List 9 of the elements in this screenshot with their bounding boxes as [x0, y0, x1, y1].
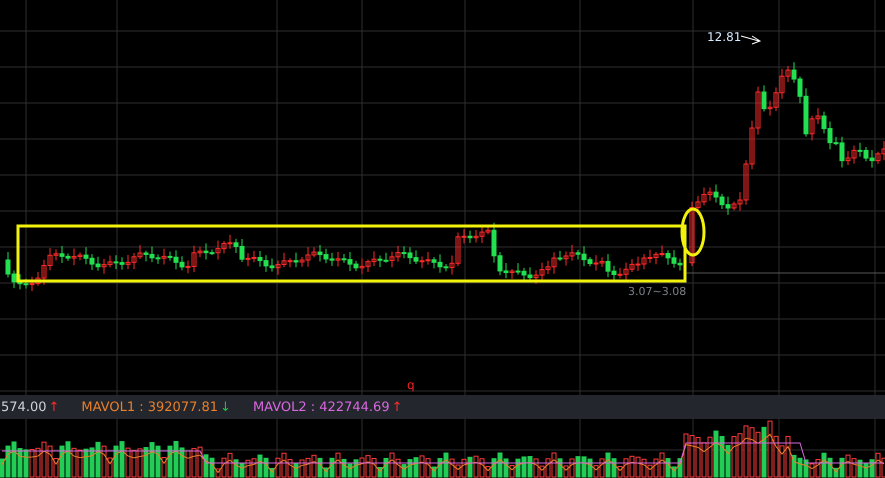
- trend-arrow: ↑: [48, 400, 60, 414]
- range-label: 3.07~3.08: [628, 285, 686, 298]
- trend-arrow: ↓: [220, 400, 231, 414]
- indicator-value: MAVOL1 : 392077.81: [81, 400, 218, 414]
- indicator-value: MAVOL2 : 422744.69: [252, 400, 390, 414]
- marker-label: q: [407, 378, 415, 392]
- indicator-value: 574.00: [1, 400, 46, 414]
- high-price-label: 12.81: [707, 30, 742, 44]
- trend-arrow: ↑: [392, 400, 402, 414]
